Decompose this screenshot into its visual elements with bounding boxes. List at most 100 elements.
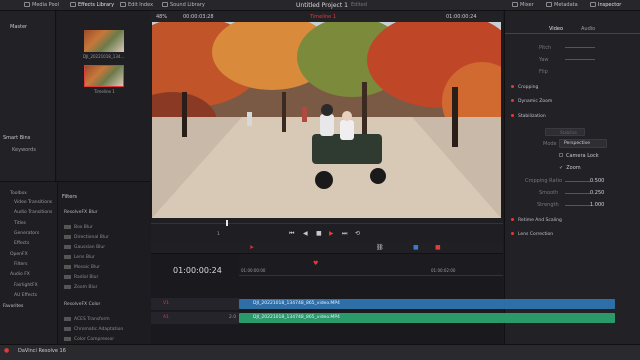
fx-openfx[interactable]: OpenFX [10,252,28,257]
ruler-tick-label: 01:00:02:00 [431,268,456,273]
audio-clip[interactable]: DJI_20221018_134748_865_video.MP4 [239,313,615,323]
cropping-ratio-slider[interactable] [565,181,591,182]
fx-audio-fx[interactable]: Audio FX [10,272,30,277]
clip-thumbnail[interactable] [84,30,124,52]
filter-item[interactable]: Chromatic Adaptation [64,327,123,332]
filter-item[interactable]: Directional Blur [64,235,109,240]
filter-swatch-icon [64,225,71,229]
fx-toolbox[interactable]: Toolbox [10,191,27,196]
filter-item[interactable]: Radial Blur [64,275,98,280]
filter-swatch-icon [64,245,71,249]
timeline-ruler[interactable]: 01:00:00:00 01:00:02:00 [239,254,503,276]
skip-forward-icon[interactable]: ⏭ [342,230,347,238]
fx-generators[interactable]: Generators [14,231,39,236]
metadata-icon [546,2,552,7]
viewer-playhead[interactable] [226,220,228,226]
marker-icon[interactable]: ■ [435,244,441,251]
strength-value[interactable]: 1.000 [590,202,604,208]
cropping-ratio-value[interactable]: 0.500 [590,178,604,184]
smart-bin-keywords[interactable]: Keywords [12,147,36,153]
filter-item[interactable]: Zoom Blur [64,285,97,290]
mode-select[interactable]: Perspective [559,139,607,148]
zoom-level[interactable]: 48% [156,14,167,20]
filter-label: Chromatic Adaptation [74,327,124,332]
bin-master[interactable]: Master [10,24,27,30]
cropping-section[interactable]: Cropping [511,85,538,90]
inspector-button[interactable]: Inspector [590,2,621,8]
stabilization-section[interactable]: Stabilization [511,114,546,119]
tab-video[interactable]: Video [549,26,563,32]
a1-level: 2.0 [229,315,237,320]
zoom-checkbox[interactable]: ✓ Zoom [559,165,581,171]
video-clip[interactable]: DJI_20221018_134748_865_video.MP4 [239,299,615,309]
timeline-name[interactable]: Timeline 1 [310,14,336,20]
filters-header: Filters [62,194,77,200]
effects-library-button[interactable]: Effects Library [70,2,114,8]
retime-section[interactable]: Retime And Scaling [511,218,562,223]
metadata-button[interactable]: Metadata [546,2,578,8]
ruler-tick-label: 01:00:00:00 [241,268,266,273]
filter-item[interactable]: Gaussian Blur [64,245,105,250]
fx-au-effects[interactable]: AU Effects [14,293,37,298]
top-toolbar: Media Pool Effects Library Edit Index So… [0,0,640,11]
filter-item[interactable]: Lens Blur [64,255,95,260]
skip-back-icon[interactable]: ⏮ [289,230,294,238]
a1-label[interactable]: A1 [163,315,169,320]
filter-label: Color Compressor [74,337,115,342]
timeline-toolbar: ➤ ⛓ ■ ■ [151,242,503,254]
fx-titles[interactable]: Titles [14,221,26,226]
fx-effects[interactable]: Effects [14,241,29,246]
media-pool-panel: DJI_20221018_134... Timeline 1 [57,11,151,181]
video-preview[interactable] [152,22,501,218]
enable-dot-icon [511,218,514,221]
flag-icon[interactable]: ■ [413,244,419,251]
stabilize-button[interactable]: Stabilize [545,128,585,136]
enable-dot-icon [511,232,514,235]
media-pool-icon [24,2,30,7]
dynamic-zoom-section[interactable]: Dynamic Zoom [511,99,552,104]
smooth-slider[interactable] [565,193,591,194]
media-pool-button[interactable]: Media Pool [24,2,59,8]
fx-video-transitions[interactable]: Video Transitions [14,200,52,205]
tab-audio[interactable]: Audio [581,26,595,32]
edit-index-icon [120,2,126,7]
link-icon[interactable]: ⛓ [376,244,384,251]
play-icon[interactable]: ▶ [329,230,334,237]
stabilize-label: Stabilize [560,130,577,135]
filter-swatch-icon [64,327,71,331]
filter-label: Mosaic Blur [74,265,100,270]
smooth-value[interactable]: 0.250 [590,190,604,196]
strength-slider[interactable] [565,205,591,206]
v1-label[interactable]: V1 [163,301,169,306]
play-reverse-icon[interactable]: ◀ [303,230,308,237]
filter-swatch-icon [64,275,71,279]
filter-item[interactable]: ACES Transform [64,317,110,322]
effects-library-label: Effects Library [78,2,115,8]
yaw-slider[interactable] [565,59,595,60]
fx-filters[interactable]: Filters [14,262,28,267]
pitch-slider[interactable] [565,47,595,48]
effects-library-panel: Toolbox Video Transitions Audio Transiti… [0,181,150,345]
stabilization-label: Stabilization [518,114,546,119]
fx-fairlightfx[interactable]: FairlightFX [14,283,38,288]
fx-favorites[interactable]: Favorites [3,304,23,309]
smooth-label: Smooth [539,190,559,196]
timeline-playhead-icon[interactable]: ♥ [313,260,318,267]
sound-library-button[interactable]: Sound Library [162,2,205,8]
stop-icon[interactable]: ■ [316,230,322,237]
edit-index-button[interactable]: Edit Index [120,2,153,8]
media-pool-label: Media Pool [32,2,59,8]
app-name: DaVinci Resolve 16 [18,348,66,354]
scrub-bar[interactable] [151,223,503,224]
mixer-button[interactable]: Mixer [512,2,534,8]
filter-item[interactable]: Color Compressor [64,337,114,342]
selection-tool-icon[interactable]: ➤ [249,244,254,251]
camera-lock-checkbox[interactable]: Camera Lock [559,153,599,159]
mixer-label: Mixer [520,2,534,8]
fx-audio-transitions[interactable]: Audio Transitions [14,210,52,215]
lens-correction-section[interactable]: Lens Correction [511,232,553,237]
loop-icon[interactable]: ⟲ [355,230,360,237]
filter-item[interactable]: Mosaic Blur [64,265,100,270]
filter-item[interactable]: Box Blur [64,225,93,230]
timeline-thumbnail[interactable] [84,65,124,87]
